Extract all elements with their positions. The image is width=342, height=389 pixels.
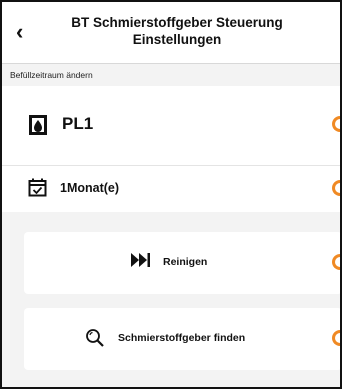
loading-spinner-icon <box>332 180 340 196</box>
header-bar: ‹ BT Schmierstoffgeber Steuerung Einstel… <box>2 2 340 64</box>
chevron-left-icon: ‹ <box>16 19 24 44</box>
app-screen: ‹ BT Schmierstoffgeber Steuerung Einstel… <box>0 0 342 389</box>
clean-label: Reinigen <box>163 256 208 268</box>
page-title: BT Schmierstoffgeber Steuerung Einstellu… <box>71 15 283 47</box>
calendar-check-icon <box>28 178 47 202</box>
section-label: Befüllzeitraum ändern <box>10 70 93 80</box>
find-lubricator-label: Schmierstoffgeber finden <box>118 332 246 344</box>
cartridge-row[interactable]: PL1 <box>2 86 340 166</box>
find-lubricator-button[interactable]: Schmierstoffgeber finden <box>24 308 340 370</box>
skip-forward-icon <box>130 252 152 273</box>
back-button[interactable]: ‹ <box>16 20 36 44</box>
cartridge-icon <box>28 114 48 141</box>
loading-spinner-icon <box>332 116 340 132</box>
loading-spinner-icon <box>332 254 340 270</box>
search-icon <box>85 328 105 353</box>
period-row[interactable]: 1Monat(e) <box>2 166 340 212</box>
period-label: 1Monat(e) <box>60 181 120 195</box>
loading-spinner-icon <box>332 330 340 346</box>
cartridge-label: PL1 <box>62 114 94 133</box>
clean-button[interactable]: Reinigen <box>24 232 340 294</box>
